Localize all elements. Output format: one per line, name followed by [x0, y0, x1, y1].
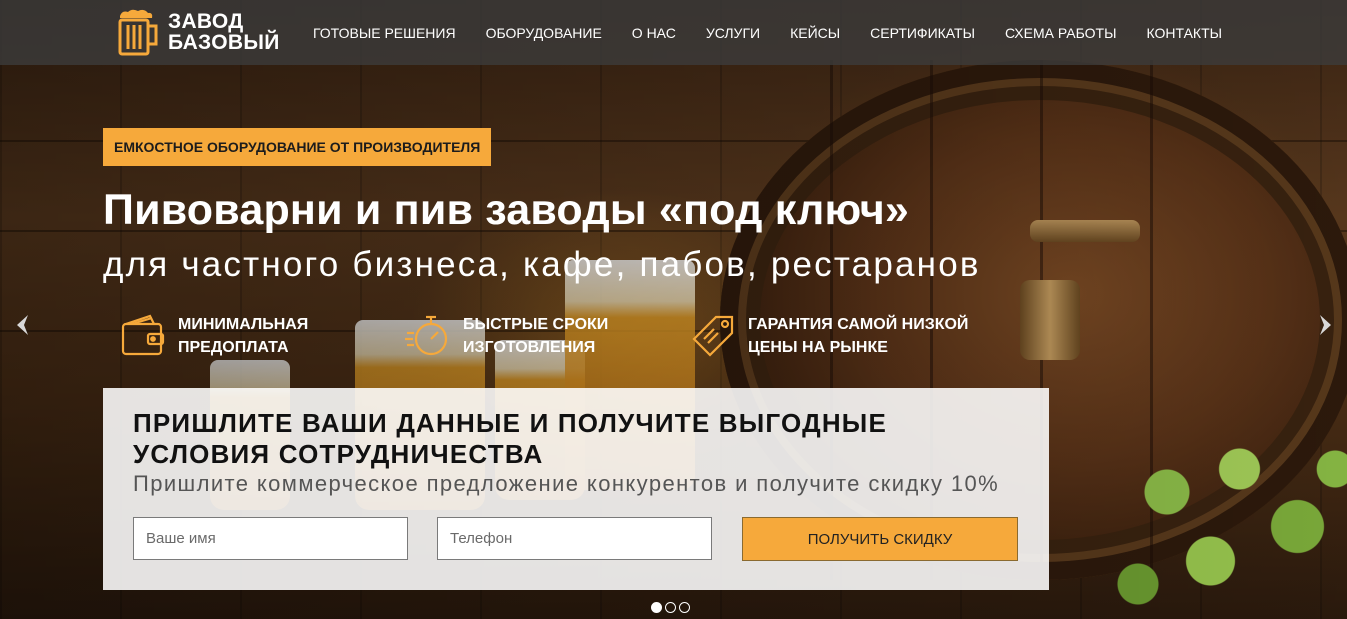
slider-dot-3[interactable] — [679, 602, 690, 613]
hero-badge: ЕМКОСТНОЕ ОБОРУДОВАНИЕ ОТ ПРОИЗВОДИТЕЛЯ — [103, 128, 492, 166]
feature-line: ГАРАНТИЯ САМОЙ НИЗКОЙ — [748, 316, 969, 333]
form-title: ПРИШЛИТЕ ВАШИ ДАННЫЕ И ПОЛУЧИТЕ ВЫГОДНЫЕ… — [133, 408, 887, 469]
nav-item-workflow[interactable]: СХЕМА РАБОТЫ — [990, 25, 1132, 41]
hero-subtitle: для частного бизнеса, кафе, пабов, реста… — [103, 245, 981, 284]
feature-lowest-price: ГАРАНТИЯ САМОЙ НИЗКОЙ ЦЕНЫ НА РЫНКЕ — [688, 312, 988, 360]
form-subtitle: Пришлите коммерческое предложение конкур… — [133, 471, 1000, 496]
beer-mug-icon — [116, 8, 160, 56]
price-tag-icon — [688, 312, 738, 360]
stopwatch-icon — [403, 312, 453, 360]
logo[interactable]: ЗАВОД БАЗОВЫЙ — [116, 8, 280, 56]
main-nav: ГОТОВЫЕ РЕШЕНИЯ ОБОРУДОВАНИЕ О НАС УСЛУГ… — [298, 0, 1237, 65]
nav-item-contacts[interactable]: КОНТАКТЫ — [1131, 25, 1237, 41]
nav-item-certificates[interactable]: СЕРТИФИКАТЫ — [855, 25, 990, 41]
feature-line: ИЗГОТОВЛЕНИЯ — [463, 339, 596, 356]
feature-line: ЦЕНЫ НА РЫНКЕ — [748, 339, 888, 356]
nav-item-about[interactable]: О НАС — [617, 25, 691, 41]
slider-dots — [651, 602, 693, 613]
phone-input[interactable] — [437, 517, 712, 560]
slider-next-arrow-icon[interactable] — [1316, 313, 1336, 337]
slider-dot-1[interactable] — [651, 602, 662, 613]
get-discount-button[interactable]: ПОЛУЧИТЬ СКИДКУ — [742, 517, 1018, 561]
nav-item-cases[interactable]: КЕЙСЫ — [775, 25, 855, 41]
site-header: ЗАВОД БАЗОВЫЙ ГОТОВЫЕ РЕШЕНИЯ ОБОРУДОВАН… — [0, 0, 1347, 65]
hero-title: Пивоварни и пив заводы «под ключ» — [103, 186, 910, 234]
name-input[interactable] — [133, 517, 408, 560]
nav-item-services[interactable]: УСЛУГИ — [691, 25, 775, 41]
feature-fast-production: БЫСТРЫЕ СРОКИ ИЗГОТОВЛЕНИЯ — [403, 312, 688, 360]
features-list: МИНИМАЛЬНАЯ ПРЕДОПЛАТА БЫСТРЫЕ СРОКИ ИЗГ… — [118, 312, 988, 360]
wallet-icon — [118, 312, 168, 360]
feature-line: ПРЕДОПЛАТА — [178, 339, 289, 356]
feature-line: МИНИМАЛЬНАЯ — [178, 316, 309, 333]
feature-prepayment: МИНИМАЛЬНАЯ ПРЕДОПЛАТА — [118, 312, 403, 360]
nav-item-ready-solutions[interactable]: ГОТОВЫЕ РЕШЕНИЯ — [298, 25, 471, 41]
discount-form-panel: ПРИШЛИТЕ ВАШИ ДАННЫЕ И ПОЛУЧИТЕ ВЫГОДНЫЕ… — [103, 388, 1049, 590]
feature-line: БЫСТРЫЕ СРОКИ — [463, 316, 609, 333]
slider-dot-2[interactable] — [665, 602, 676, 613]
slider-prev-arrow-icon[interactable] — [12, 313, 32, 337]
nav-item-equipment[interactable]: ОБОРУДОВАНИЕ — [471, 25, 617, 41]
logo-text: ЗАВОД БАЗОВЫЙ — [168, 10, 280, 54]
